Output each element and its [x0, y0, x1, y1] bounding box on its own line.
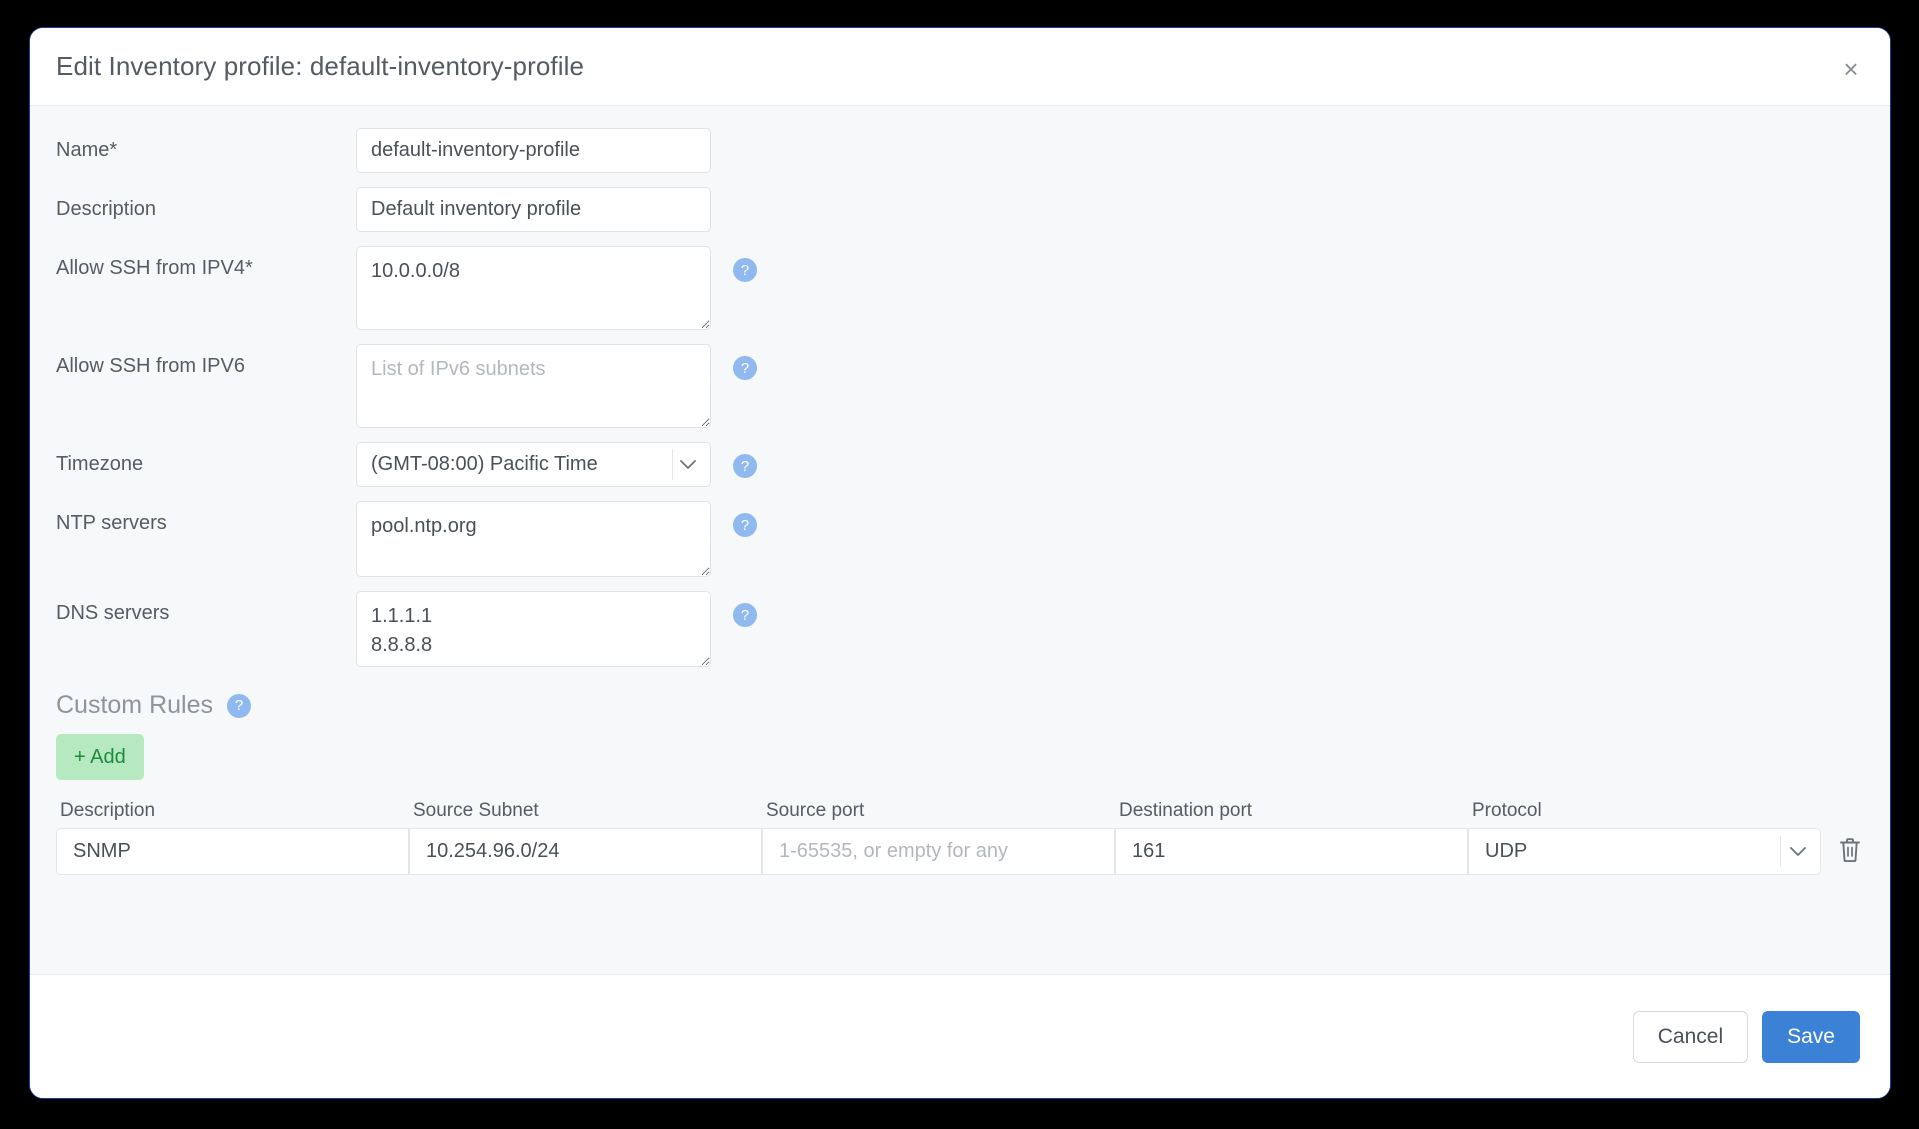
rule-destination-port-input[interactable] — [1115, 828, 1468, 875]
field-row-name: Name* — [56, 128, 1864, 173]
delete-rule-button[interactable] — [1835, 837, 1865, 867]
rule-source-subnet-input[interactable] — [409, 828, 762, 875]
name-label: Name* — [56, 128, 356, 162]
description-label: Description — [56, 187, 356, 221]
dns-servers-help-icon[interactable]: ? — [733, 603, 757, 627]
timezone-select[interactable]: (GMT-08:00) Pacific Time — [356, 442, 711, 487]
column-header-source-subnet: Source Subnet — [409, 800, 762, 822]
custom-rules-help-icon[interactable]: ? — [227, 694, 251, 718]
ntp-servers-textarea[interactable]: pool.ntp.org — [356, 501, 711, 577]
field-row-ntp-servers: NTP servers pool.ntp.org ? — [56, 501, 1864, 577]
timezone-help-icon[interactable]: ? — [733, 454, 757, 478]
rule-source-port-input[interactable] — [762, 828, 1115, 875]
column-header-source-port: Source port — [762, 800, 1115, 822]
description-input[interactable] — [356, 187, 711, 232]
edit-inventory-profile-dialog: Edit Inventory profile: default-inventor… — [29, 27, 1891, 1099]
close-icon[interactable]: × — [1834, 52, 1868, 86]
ntp-servers-label: NTP servers — [56, 501, 356, 535]
column-header-description: Description — [56, 800, 409, 822]
field-row-description: Description — [56, 187, 1864, 232]
field-row-timezone: Timezone (GMT-08:00) Pacific Time ? — [56, 442, 1864, 487]
custom-rules-header: Custom Rules ? — [56, 691, 1864, 720]
timezone-label: Timezone — [56, 442, 356, 476]
cancel-button[interactable]: Cancel — [1633, 1011, 1748, 1063]
field-row-allow-ssh-ipv4: Allow SSH from IPV4* 10.0.0.0/8 ? — [56, 246, 1864, 330]
allow-ssh-ipv6-textarea[interactable] — [356, 344, 711, 428]
select-divider — [1780, 836, 1781, 867]
rule-protocol-value[interactable]: UDP — [1468, 828, 1821, 875]
timezone-select-value[interactable]: (GMT-08:00) Pacific Time — [356, 442, 711, 487]
dialog-header: Edit Inventory profile: default-inventor… — [30, 28, 1890, 105]
table-row: UDP — [56, 828, 1864, 875]
dns-servers-textarea[interactable]: 1.1.1.1 8.8.8.8 — [356, 591, 711, 667]
allow-ssh-ipv6-label: Allow SSH from IPV6 — [56, 344, 356, 378]
field-row-dns-servers: DNS servers 1.1.1.1 8.8.8.8 ? — [56, 591, 1864, 667]
rule-description-input[interactable] — [56, 828, 409, 875]
rule-protocol-select[interactable]: UDP — [1468, 828, 1821, 875]
allow-ssh-ipv4-textarea[interactable]: 10.0.0.0/8 — [356, 246, 711, 330]
dialog-footer: Cancel Save — [30, 974, 1890, 1098]
column-header-protocol: Protocol — [1468, 800, 1821, 822]
field-row-allow-ssh-ipv6: Allow SSH from IPV6 ? — [56, 344, 1864, 428]
allow-ssh-ipv4-label: Allow SSH from IPV4* — [56, 246, 356, 280]
select-divider — [672, 449, 673, 480]
dialog-body: Name* Description Allow SSH from IPV4* 1… — [30, 105, 1890, 974]
dialog-title: Edit Inventory profile: default-inventor… — [56, 51, 584, 82]
column-header-destination-port: Destination port — [1115, 800, 1468, 822]
ntp-servers-help-icon[interactable]: ? — [733, 513, 757, 537]
dns-servers-label: DNS servers — [56, 591, 356, 625]
allow-ssh-ipv4-help-icon[interactable]: ? — [733, 258, 757, 282]
save-button[interactable]: Save — [1762, 1011, 1860, 1063]
name-input[interactable] — [356, 128, 711, 173]
custom-rules-title: Custom Rules — [56, 691, 213, 720]
trash-icon — [1838, 837, 1862, 866]
rules-table-header: Description Source Subnet Source port De… — [56, 800, 1864, 822]
add-rule-button[interactable]: + Add — [56, 734, 144, 780]
allow-ssh-ipv6-help-icon[interactable]: ? — [733, 356, 757, 380]
